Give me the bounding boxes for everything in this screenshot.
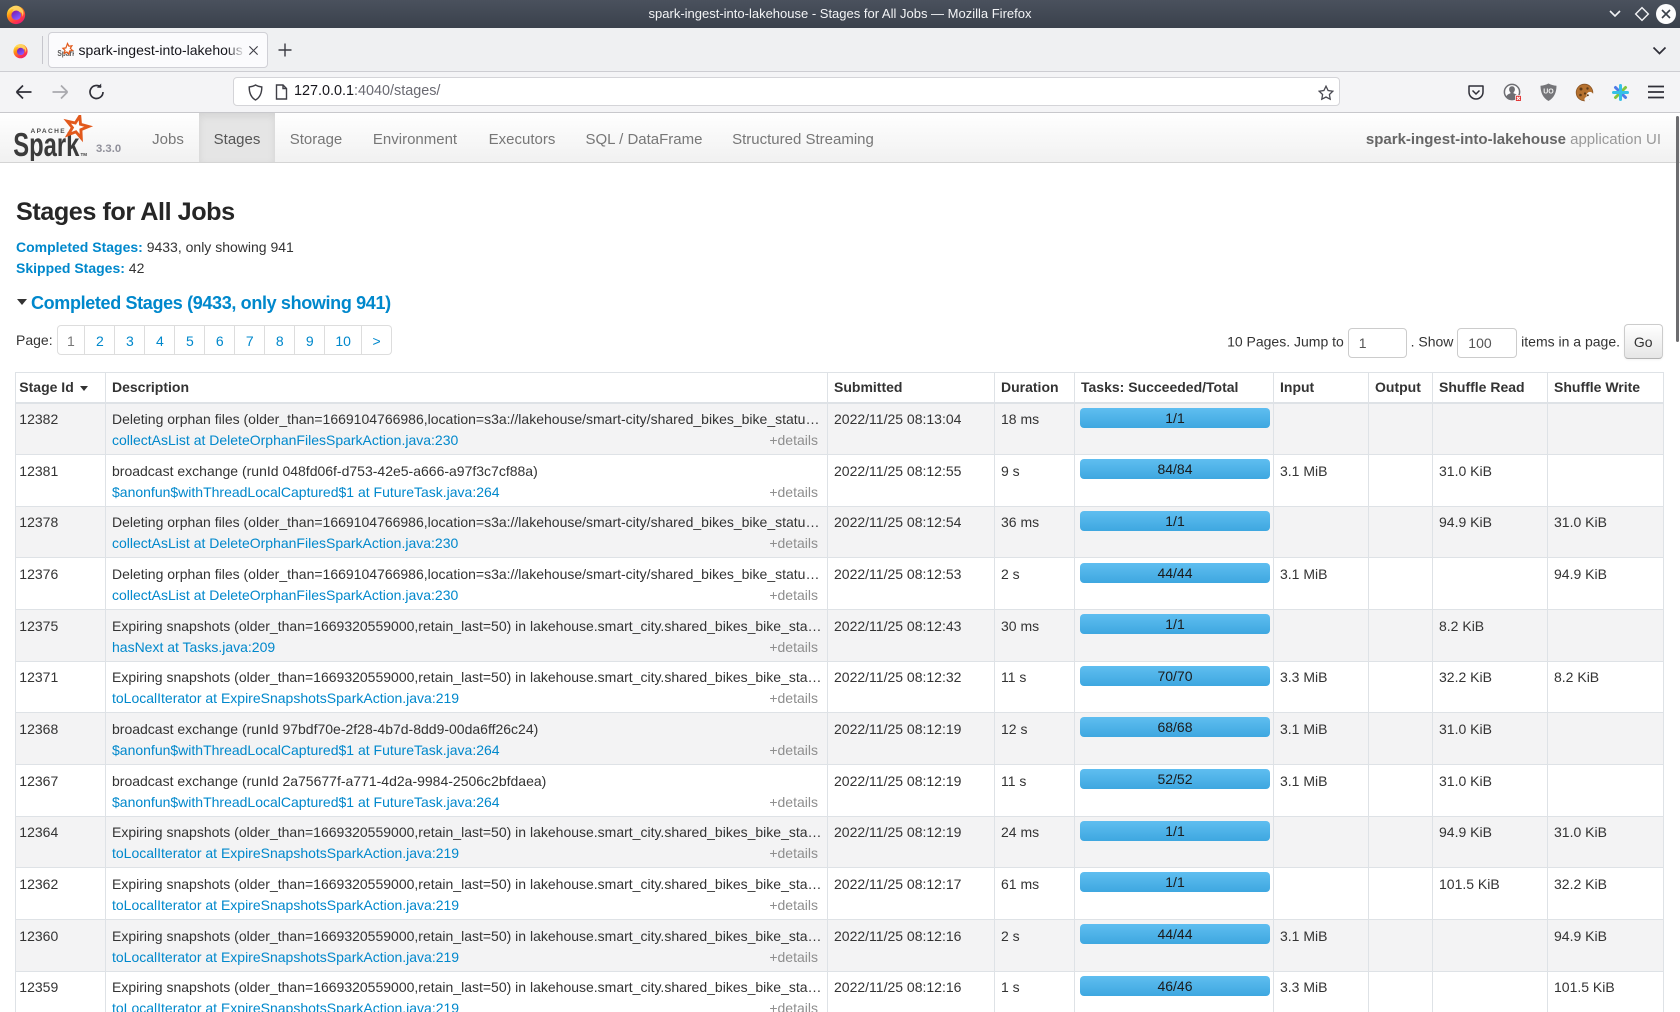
svg-text:UO: UO [1543,89,1554,96]
svg-text:TM: TM [81,152,88,157]
